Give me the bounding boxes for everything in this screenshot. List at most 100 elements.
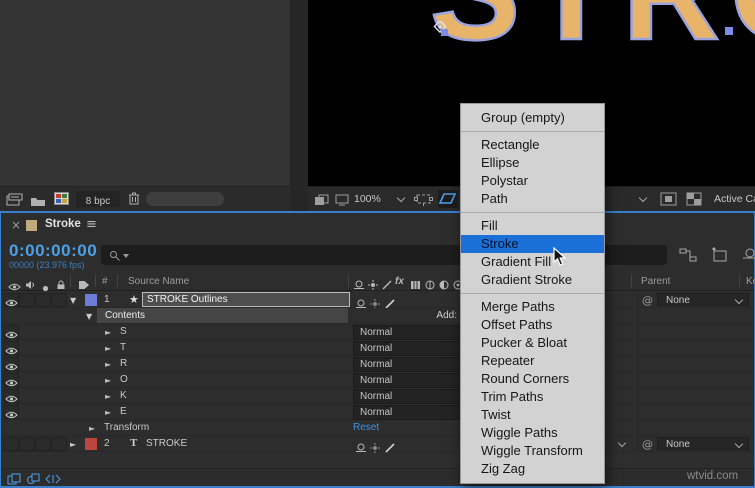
blend-mode-dropdown[interactable]: Normal xyxy=(353,341,468,356)
project-scroll-pill[interactable] xyxy=(146,192,224,206)
menu-item-trim-paths[interactable]: Trim Paths xyxy=(461,388,604,406)
blend-mode-dropdown[interactable]: Normal xyxy=(353,373,468,388)
selection-handle[interactable] xyxy=(441,29,448,36)
group-row-e[interactable]: ► E Normal xyxy=(1,404,754,420)
video-cell[interactable] xyxy=(3,373,19,387)
layer-row-1[interactable]: ▼ 1 ★ STROKE Outlines @ None xyxy=(1,292,754,309)
group-name[interactable]: S xyxy=(120,326,127,337)
layer-name[interactable]: STROKE xyxy=(146,438,187,449)
menu-item-gradient-fill[interactable]: Gradient Fill xyxy=(461,253,604,271)
menu-item-polystar[interactable]: Polystar xyxy=(461,172,604,190)
toggle-transfer-controls-icon[interactable] xyxy=(26,472,40,488)
shy-toggle-icon[interactable] xyxy=(743,248,755,266)
collapse-triangle-icon[interactable]: ► xyxy=(70,440,76,449)
collapse-triangle-icon[interactable]: ► xyxy=(105,376,111,385)
blend-mode-dropdown[interactable]: Normal xyxy=(353,405,468,420)
active-camera-value[interactable]: Active Ca xyxy=(714,193,755,205)
source-name-column-label[interactable]: Source Name xyxy=(128,276,189,287)
lock-cell[interactable] xyxy=(51,293,67,307)
zoom-level-value[interactable]: 100% xyxy=(354,193,381,205)
menu-item-gradient-stroke[interactable]: Gradient Stroke xyxy=(461,271,604,289)
collapse-triangle-icon[interactable]: ► xyxy=(89,424,95,433)
menu-item-repeater[interactable]: Repeater xyxy=(461,352,604,370)
menu-item-offset-paths[interactable]: Offset Paths xyxy=(461,316,604,334)
group-name[interactable]: R xyxy=(120,358,127,369)
audio-cell[interactable] xyxy=(19,293,35,307)
panel-menu-icon[interactable]: ≡ xyxy=(86,217,97,232)
menu-item-fill[interactable]: Fill xyxy=(461,217,604,235)
collapse-triangle-icon[interactable]: ► xyxy=(105,344,111,353)
parent-dropdown[interactable]: None xyxy=(657,437,749,450)
group-name[interactable]: T xyxy=(120,342,126,353)
transform-label[interactable]: Transform xyxy=(104,422,149,433)
menu-item-twist[interactable]: Twist xyxy=(461,406,604,424)
menu-item-zig-zag[interactable]: Zig Zag xyxy=(461,460,604,478)
group-row-t[interactable]: ► T Normal xyxy=(1,340,754,356)
tab-close-icon[interactable]: × xyxy=(11,218,21,232)
parent-pickwhip-icon[interactable]: @ xyxy=(642,438,653,451)
collapse-triangle-icon[interactable]: ► xyxy=(105,408,111,417)
layer-rasterize-icon[interactable] xyxy=(370,440,380,458)
layer-name-box[interactable]: STROKE Outlines xyxy=(142,292,350,307)
zoom-dropdown-chevron[interactable] xyxy=(396,193,406,203)
layer-label-swatch[interactable] xyxy=(85,438,97,450)
group-name[interactable]: K xyxy=(120,390,127,401)
menu-item-stroke[interactable]: Stroke xyxy=(461,235,604,253)
video-cell[interactable] xyxy=(3,325,19,339)
trash-icon[interactable] xyxy=(128,192,140,210)
video-cell[interactable] xyxy=(3,389,19,403)
menu-item-round-corners[interactable]: Round Corners xyxy=(461,370,604,388)
video-cell[interactable] xyxy=(3,357,19,371)
layer-quality-icon[interactable] xyxy=(385,440,395,458)
menu-item-rectangle[interactable]: Rectangle xyxy=(461,136,604,154)
collapse-triangle-icon[interactable]: ► xyxy=(105,360,111,369)
show-snapshot-icon[interactable] xyxy=(335,193,349,211)
video-cell[interactable] xyxy=(3,405,19,419)
menu-item-merge-paths[interactable]: Merge Paths xyxy=(461,298,604,316)
blend-mode-dropdown[interactable]: Normal xyxy=(353,357,468,372)
expand-triangle-icon[interactable]: ▼ xyxy=(86,312,92,321)
parent-pickwhip-icon[interactable]: @ xyxy=(642,294,653,307)
panel-gutter[interactable] xyxy=(290,0,308,211)
parent-column-label[interactable]: Parent xyxy=(641,276,670,287)
menu-item-wiggle-transform[interactable]: Wiggle Transform xyxy=(461,442,604,460)
group-row-r[interactable]: ► R Normal xyxy=(1,356,754,372)
selection-handle[interactable] xyxy=(725,27,733,35)
transform-row[interactable]: ► Transform Reset xyxy=(1,420,754,436)
menu-item-path[interactable]: Path xyxy=(461,190,604,208)
video-cell[interactable] xyxy=(3,437,19,451)
bit-depth-button[interactable]: 8 bpc xyxy=(76,191,120,207)
interpret-footage-icon[interactable] xyxy=(6,193,23,211)
mini-flowchart-icon[interactable] xyxy=(679,248,697,267)
mask-shape-visibility-icon[interactable] xyxy=(438,190,458,208)
track-matte-chevron[interactable] xyxy=(617,438,627,448)
lock-cell[interactable] xyxy=(51,437,67,451)
layer-label-swatch[interactable] xyxy=(85,294,97,306)
menu-item-pucker-bloat[interactable]: Pucker & Bloat xyxy=(461,334,604,352)
collapse-triangle-icon[interactable]: ► xyxy=(105,392,111,401)
grid-guides-icon[interactable] xyxy=(414,192,433,211)
region-of-interest-icon[interactable] xyxy=(660,192,677,211)
group-name[interactable]: E xyxy=(120,406,127,417)
toggle-inout-panes-icon[interactable] xyxy=(45,472,61,488)
blend-mode-dropdown[interactable]: Normal xyxy=(353,325,468,340)
menu-item-group-empty[interactable]: Group (empty) xyxy=(461,109,604,127)
menu-item-ellipse[interactable]: Ellipse xyxy=(461,154,604,172)
contents-label[interactable]: Contents xyxy=(105,310,145,321)
solo-cell[interactable] xyxy=(35,437,51,451)
timeline-tab-title[interactable]: Stroke xyxy=(45,218,81,230)
folder-icon[interactable] xyxy=(30,194,46,212)
new-composition-icon[interactable] xyxy=(54,192,69,210)
toggle-layer-switches-icon[interactable] xyxy=(7,472,21,488)
parent-dropdown[interactable]: None xyxy=(657,293,749,306)
snapshot-icon[interactable] xyxy=(314,193,329,211)
video-cell[interactable] xyxy=(3,341,19,355)
layer-row-2[interactable]: ► 2 T STROKE @ None xyxy=(1,436,754,453)
video-cell[interactable] xyxy=(3,293,19,307)
collapse-triangle-icon[interactable]: ► xyxy=(105,328,111,337)
solo-cell[interactable] xyxy=(35,293,51,307)
audio-cell[interactable] xyxy=(19,437,35,451)
expand-triangle-icon[interactable]: ▼ xyxy=(70,296,76,305)
search-options-chevron[interactable] xyxy=(123,254,129,258)
layer-shy-icon[interactable] xyxy=(355,440,367,458)
